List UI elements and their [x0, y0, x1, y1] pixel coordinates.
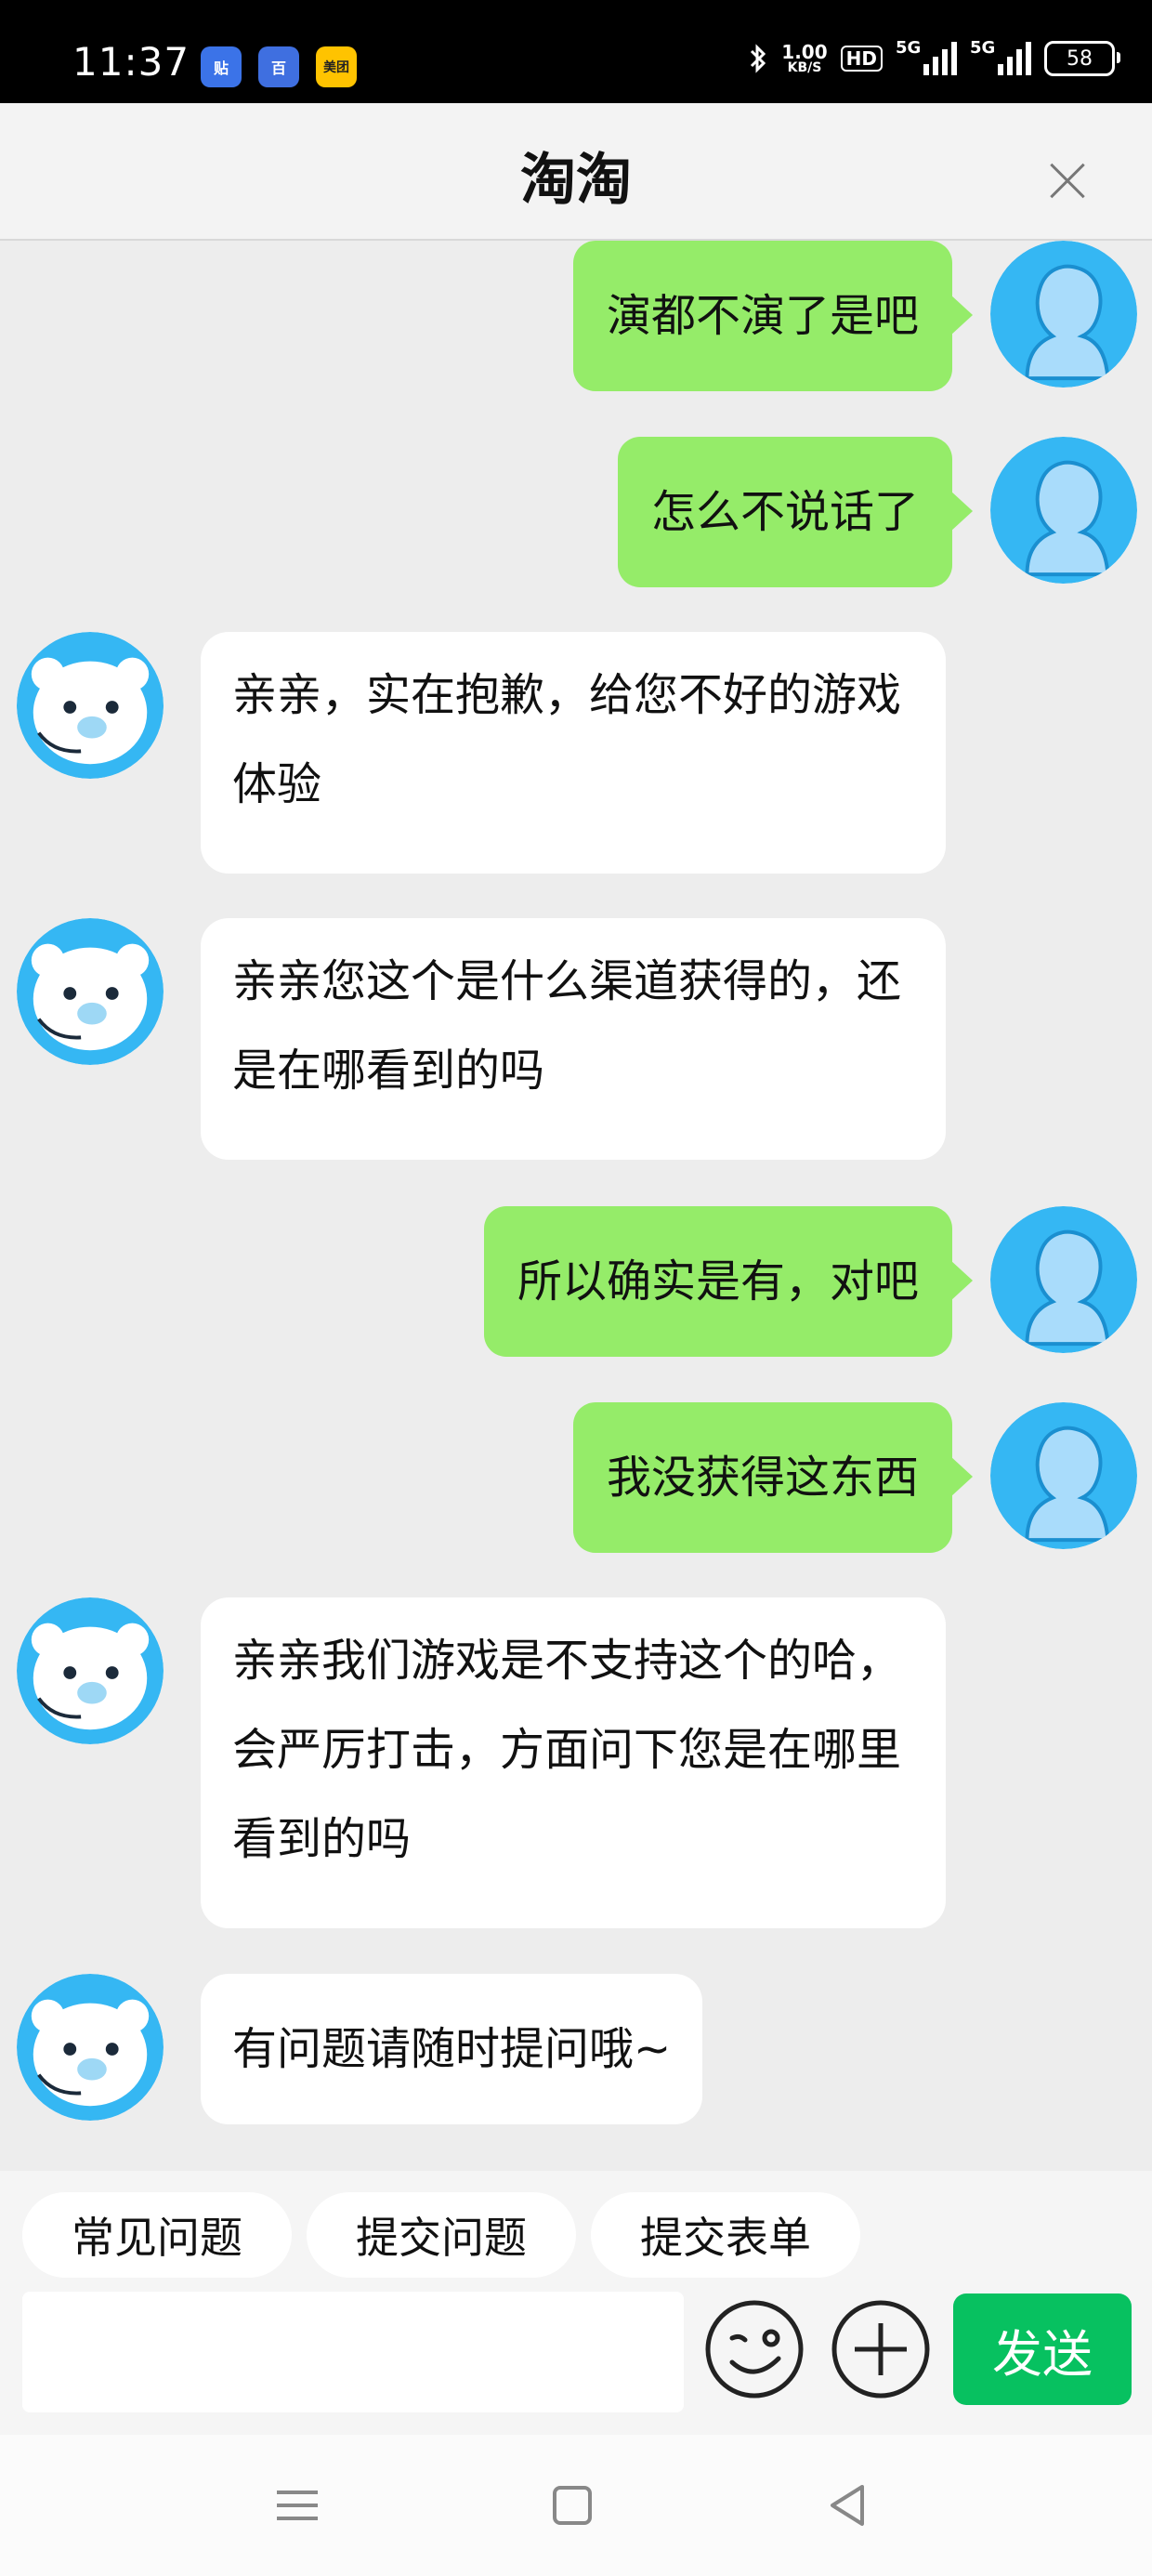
battery-level: 58	[1067, 46, 1093, 71]
signal-label: 5G	[896, 38, 922, 58]
agent-avatar[interactable]	[17, 1974, 164, 2121]
user-avatar[interactable]	[990, 241, 1137, 388]
status-bar: 11:37 贴 百 美团 1.00 KB/S HD 5G 5G 58	[0, 0, 1152, 103]
meituan-app-icon: 美团	[316, 46, 357, 87]
agent-avatar[interactable]	[17, 918, 164, 1065]
user-avatar[interactable]	[990, 1206, 1137, 1353]
network-speed-value: 1.00	[781, 41, 828, 63]
system-nav-bar	[0, 2435, 1152, 2576]
battery-icon: 58	[1044, 41, 1120, 76]
user-message-bubble: 所以确实是有，对吧	[483, 1206, 974, 1357]
signal-icon: 5G	[896, 38, 957, 75]
agent-message-bubble: 亲亲我们游戏是不支持这个的哈，会严厉打击，方面问下您是在哪里看到的吗	[201, 1597, 946, 1928]
agent-avatar[interactable]	[17, 1597, 164, 1744]
baidu-app-icon: 百	[258, 46, 299, 87]
page-title: 淘淘	[520, 148, 632, 213]
back-icon[interactable]	[810, 2468, 884, 2543]
signal-label: 5G	[970, 38, 996, 58]
network-speed: 1.00 KB/S	[781, 43, 827, 74]
agent-message-bubble: 亲亲您这个是什么渠道获得的，还是在哪看到的吗	[201, 918, 946, 1160]
menu-icon[interactable]	[260, 2468, 334, 2543]
quick-reply-submit-form[interactable]: 提交表单	[591, 2192, 860, 2278]
quick-reply-faq[interactable]: 常见问题	[22, 2192, 292, 2278]
tieba-app-icon: 贴	[201, 46, 242, 87]
message-input[interactable]	[22, 2292, 684, 2412]
agent-message-bubble: 有问题请随时提问哦~	[201, 1974, 703, 2124]
network-speed-unit: KB/S	[787, 60, 822, 75]
user-message-bubble: 我没获得这东西	[572, 1402, 974, 1553]
notification-badges: 贴 百 美团	[201, 46, 357, 87]
plus-icon[interactable]	[829, 2297, 933, 2401]
input-panel: 常见问题 提交问题 提交表单 发送	[0, 2171, 1152, 2435]
emoji-icon[interactable]	[702, 2297, 806, 2401]
status-time: 11:37	[72, 39, 190, 85]
user-avatar[interactable]	[990, 1402, 1137, 1549]
home-icon[interactable]	[535, 2468, 609, 2543]
user-avatar[interactable]	[990, 437, 1137, 584]
message-list[interactable]: 演都不演了是吧 怎么不说话了 亲亲，实在抱歉，给您不好的游戏体验 亲亲您这个是什…	[0, 241, 1152, 2171]
agent-avatar[interactable]	[17, 632, 164, 779]
agent-message-bubble: 亲亲，实在抱歉，给您不好的游戏体验	[201, 632, 946, 874]
status-indicators: 1.00 KB/S HD 5G 5G 58	[748, 38, 1120, 76]
bluetooth-icon	[751, 44, 766, 73]
signal-icon: 5G	[970, 38, 1031, 75]
quick-reply-submit-question[interactable]: 提交问题	[307, 2192, 576, 2278]
user-message-bubble: 演都不演了是吧	[572, 241, 974, 391]
close-icon[interactable]	[1048, 162, 1087, 201]
hd-voice-badge: HD	[840, 46, 883, 72]
chat-header: 淘淘	[0, 103, 1152, 241]
user-message-bubble: 怎么不说话了	[617, 437, 974, 587]
send-button[interactable]: 发送	[953, 2293, 1132, 2405]
